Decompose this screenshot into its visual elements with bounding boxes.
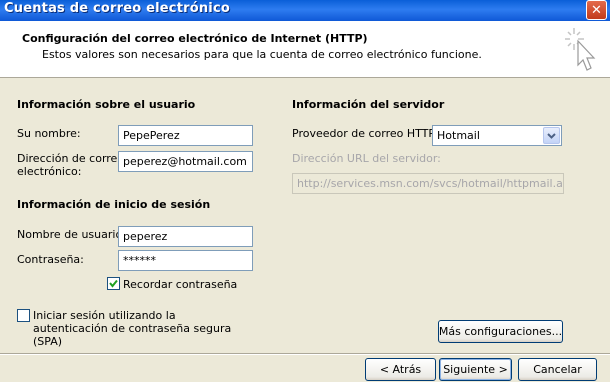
password-field[interactable]: ****** [118,250,253,271]
name-field[interactable]: PepePerez [118,125,253,146]
wizard-header: Configuración del correo electrónico de … [0,21,610,78]
provider-select[interactable]: Hotmail [432,125,562,146]
close-button[interactable]: ✕ [586,0,607,20]
provider-label: Proveedor de correo HTTP: [292,127,439,140]
server-url-label: Dirección URL del servidor: [292,152,441,165]
login-info-title: Información de inicio de sesión [17,198,211,211]
spa-label-line2[interactable]: autenticación de contraseña segura [33,322,231,335]
close-icon: ✕ [591,2,602,18]
email-field[interactable]: peperez@hotmail.com [118,151,253,172]
checkmark-icon [109,279,118,288]
password-label: Contraseña: [17,253,84,266]
wizard-cursor-icon [565,28,596,71]
remember-password-checkbox[interactable] [107,277,120,290]
email-label-line1: Dirección de correo [17,152,125,165]
window-title: Cuentas de correo electrónico [4,1,231,16]
server-url-field[interactable]: http://services.msn.com/svcs/hotmail/htt… [292,173,564,194]
header-title: Configuración del correo electrónico de … [22,32,368,45]
cancel-button[interactable]: Cancelar [518,358,597,381]
spa-label-line1[interactable]: Iniciar sesión utilizando la [33,309,176,322]
name-label: Su nombre: [17,127,81,140]
remember-password-label[interactable]: Recordar contraseña [123,278,237,291]
dropdown-arrow[interactable] [543,127,560,144]
username-field[interactable]: peperez [118,226,253,247]
header-subtitle: Estos valores son necesarios para que la… [42,48,482,61]
username-label: Nombre de usuario: [17,228,126,241]
email-label-line2: electrónico: [17,165,82,178]
chevron-down-icon [547,132,556,139]
next-button[interactable]: Siguiente > [439,358,512,381]
spa-label-line3[interactable]: (SPA) [33,335,62,348]
separator [0,353,610,355]
more-settings-button[interactable]: Más configuraciones... [438,320,563,343]
user-info-title: Información sobre el usuario [17,98,196,111]
title-bar: Cuentas de correo electrónico ✕ [0,0,610,21]
provider-value: Hotmail [437,129,480,142]
back-button[interactable]: < Atrás [365,358,436,381]
server-info-title: Información del servidor [292,98,445,111]
spa-checkbox[interactable] [17,309,30,322]
